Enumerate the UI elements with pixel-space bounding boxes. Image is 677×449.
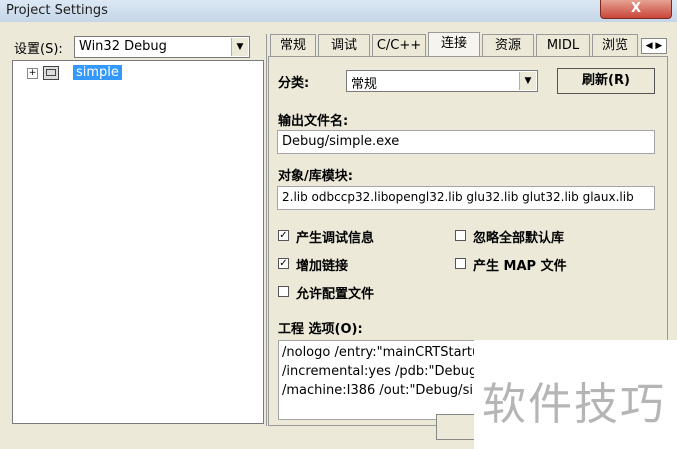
- category-combo[interactable]: 常规 ▼: [346, 70, 538, 92]
- ignore-default-libs-checkbox[interactable]: [455, 230, 466, 241]
- modules-field[interactable]: 2.lib odbccp32.libopengl32.lib glu32.lib…: [277, 186, 655, 210]
- category-label: 分类:: [278, 76, 310, 91]
- output-filename-field[interactable]: Debug/simple.exe: [277, 130, 655, 154]
- generate-map-label: 产生 MAP 文件: [473, 259, 567, 274]
- enable-profiling-checkbox[interactable]: [278, 286, 289, 297]
- project-tree[interactable]: + simple: [12, 60, 264, 424]
- incremental-link-checkbox[interactable]: ✓: [278, 258, 289, 269]
- generate-debug-info-checkbox[interactable]: ✓: [278, 230, 289, 241]
- options-line: /nologo /entry:"mainCRTStartu: [282, 345, 481, 360]
- chevron-down-icon[interactable]: ▼: [231, 38, 248, 56]
- close-button[interactable]: X: [600, 0, 672, 19]
- tree-expand-icon[interactable]: +: [27, 68, 38, 79]
- generate-map-checkbox[interactable]: [455, 258, 466, 269]
- project-icon: [43, 66, 59, 80]
- tab-resources[interactable]: 资源: [482, 34, 534, 56]
- generate-debug-info-label: 产生调试信息: [296, 231, 375, 246]
- settings-combo[interactable]: Win32 Debug ▼: [74, 36, 250, 58]
- tree-item-simple[interactable]: simple: [73, 65, 122, 80]
- tab-midl[interactable]: MIDL: [536, 34, 590, 56]
- window-title: Project Settings: [6, 3, 108, 18]
- tab-debug[interactable]: 调试: [318, 34, 370, 56]
- modules-label: 对象/库模块:: [278, 169, 353, 184]
- settings-label: 设置(S):: [14, 42, 63, 57]
- watermark-text: 软件技巧: [482, 379, 666, 430]
- tab-browse[interactable]: 浏览: [592, 34, 638, 56]
- incremental-link-label: 增加链接: [296, 259, 349, 274]
- enable-profiling-label: 允许配置文件: [296, 287, 375, 302]
- tab-general[interactable]: 常规: [270, 34, 316, 56]
- pane-divider: [266, 34, 267, 426]
- watermark: 软件技巧: [474, 340, 677, 449]
- ignore-default-libs-label: 忽略全部默认库: [473, 231, 565, 246]
- tab-link[interactable]: 连接: [428, 32, 480, 56]
- chevron-down-icon[interactable]: ▼: [519, 72, 536, 90]
- category-combo-value: 常规: [351, 77, 378, 92]
- settings-combo-value: Win32 Debug: [79, 39, 167, 54]
- refresh-button[interactable]: 刷新(R): [557, 68, 655, 94]
- tab-cpp[interactable]: C/C++: [372, 34, 426, 56]
- title-bar: Project Settings X: [0, 0, 677, 23]
- project-options-label: 工程 选项(O):: [278, 322, 363, 337]
- output-filename-label: 输出文件名:: [278, 114, 349, 129]
- tab-scroll-arrows-icon[interactable]: ◀ ▶: [641, 38, 667, 54]
